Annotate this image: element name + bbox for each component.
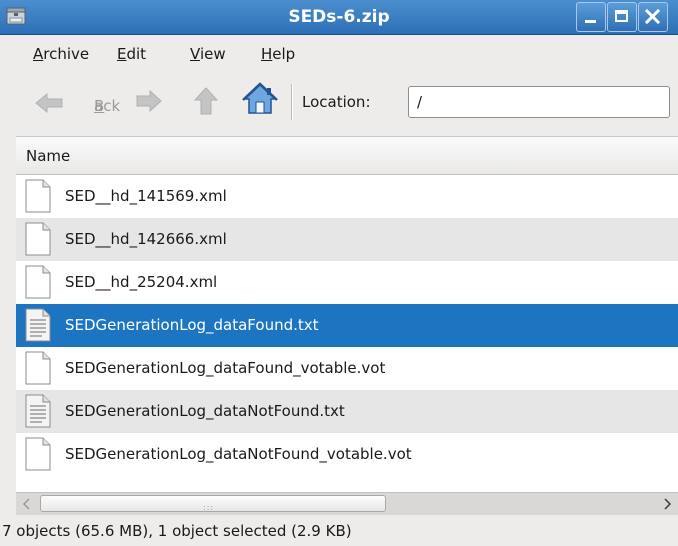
horizontal-scrollbar[interactable]: :::: [16, 492, 678, 515]
file-list: Name SED__hd_141569.xml SED__hd_142666.x…: [16, 136, 678, 493]
scroll-right-icon[interactable]: [656, 493, 678, 515]
toolbar-separator: [291, 84, 293, 120]
scroll-left-icon[interactable]: [16, 493, 38, 515]
column-header-name[interactable]: Name: [16, 137, 678, 175]
file-row[interactable]: SED__hd_25204.xml: [16, 261, 678, 304]
status-bar: 7 objects (65.6 MB), 1 object selected (…: [0, 515, 678, 546]
close-button[interactable]: [638, 2, 668, 32]
status-text: 7 objects (65.6 MB), 1 object selected (…: [2, 522, 352, 540]
text-document-icon: [25, 394, 51, 428]
blank-document-icon: [25, 265, 51, 299]
back-button[interactable]: Back: [34, 89, 124, 117]
file-name: SEDGenerationLog_dataFound.txt: [65, 316, 319, 334]
file-name: SEDGenerationLog_dataNotFound.txt: [65, 402, 345, 420]
file-row[interactable]: SEDGenerationLog_dataNotFound.txt: [16, 390, 678, 433]
menu-view[interactable]: View: [190, 44, 226, 64]
file-name: SED__hd_141569.xml: [65, 187, 227, 205]
maximize-icon: [615, 10, 628, 22]
blank-document-icon: [25, 437, 51, 471]
text-document-icon: [25, 308, 51, 342]
minimize-button[interactable]: [576, 2, 606, 32]
location-input[interactable]: [408, 86, 670, 118]
scrollbar-thumb[interactable]: :::: [40, 495, 386, 512]
file-name: SED__hd_142666.xml: [65, 230, 227, 248]
blank-document-icon: [25, 179, 51, 213]
minimize-icon: [585, 20, 596, 23]
menu-archive[interactable]: Archive: [33, 44, 89, 64]
file-row[interactable]: SEDGenerationLog_dataFound_votable.vot: [16, 347, 678, 390]
location-label: Location:: [302, 93, 371, 111]
menu-edit[interactable]: Edit: [117, 44, 146, 64]
close-icon: [644, 8, 661, 25]
scrollbar-grip: :::: [203, 503, 215, 512]
archive-manager-window: SEDs-6.zip Archive Edit View Help B ack …: [0, 0, 678, 546]
file-row-selected[interactable]: SEDGenerationLog_dataFound.txt: [16, 304, 678, 347]
title-bar[interactable]: SEDs-6.zip: [0, 0, 678, 35]
forward-arrow-icon[interactable]: [135, 88, 163, 116]
blank-document-icon: [25, 222, 51, 256]
menu-help[interactable]: Help: [261, 44, 295, 64]
maximize-button[interactable]: [607, 2, 637, 32]
menu-bar: Archive Edit View Help: [0, 35, 678, 71]
file-row[interactable]: SED__hd_142666.xml: [16, 218, 678, 261]
file-row[interactable]: SED__hd_141569.xml: [16, 175, 678, 218]
file-name: SEDGenerationLog_dataFound_votable.vot: [65, 359, 386, 377]
file-name: SEDGenerationLog_dataNotFound_votable.vo…: [65, 445, 412, 463]
file-row[interactable]: SEDGenerationLog_dataNotFound_votable.vo…: [16, 433, 678, 476]
up-arrow-icon[interactable]: [192, 86, 220, 116]
back-arrow-icon: [35, 92, 63, 114]
home-icon[interactable]: [241, 82, 279, 116]
file-name: SED__hd_25204.xml: [65, 273, 218, 291]
blank-document-icon: [25, 351, 51, 385]
